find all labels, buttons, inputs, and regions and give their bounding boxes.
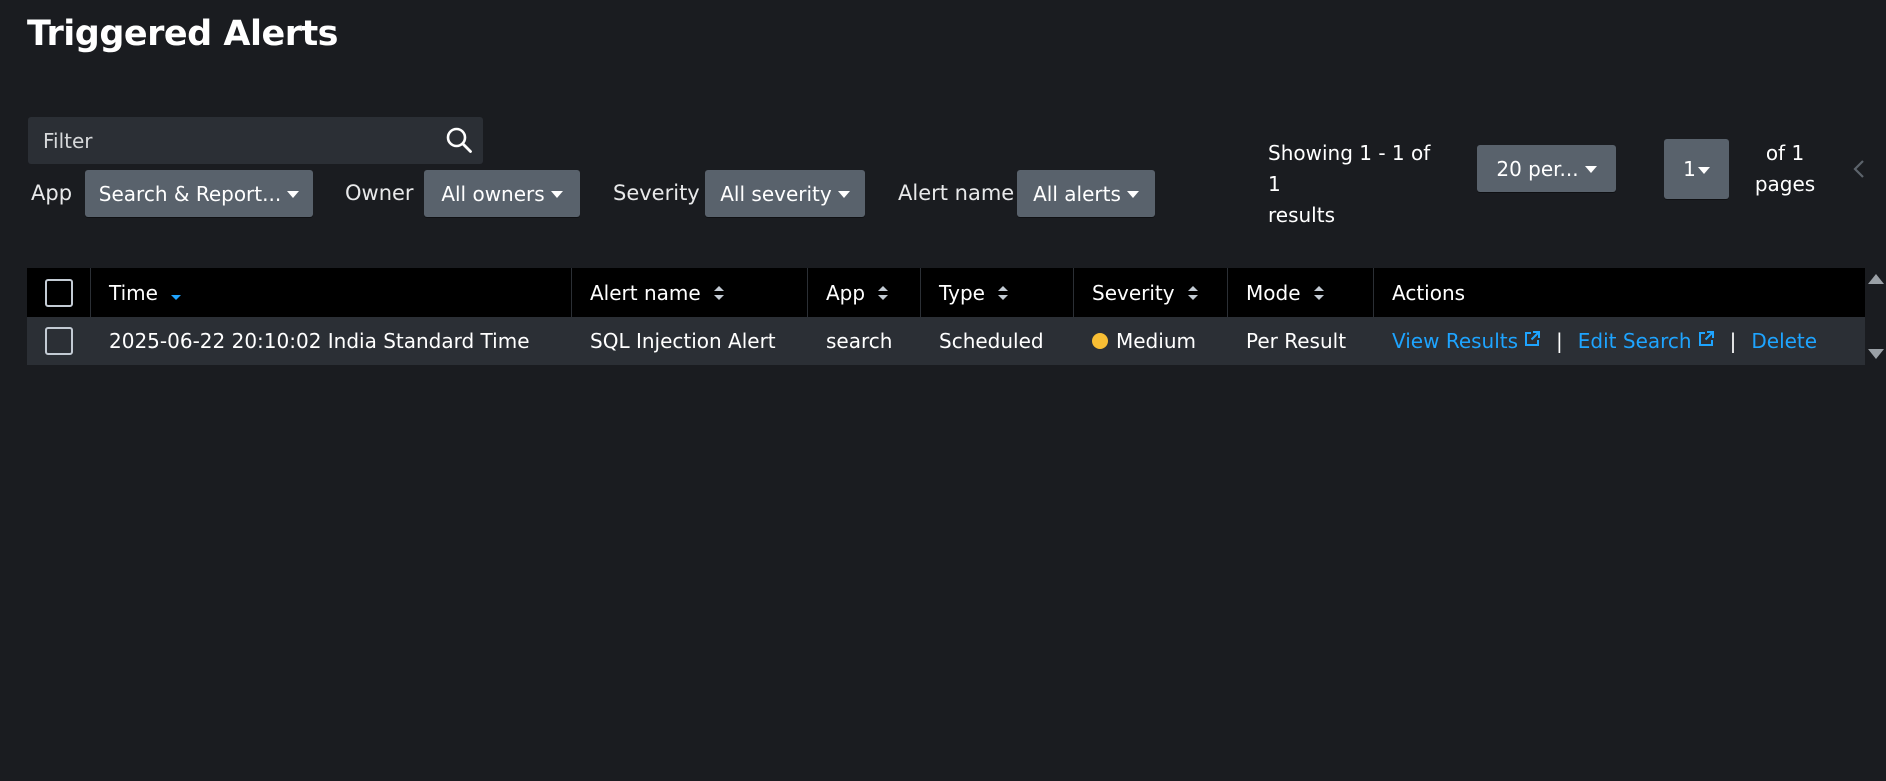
row-select-cell (27, 317, 91, 365)
scroll-down-arrow-icon[interactable] (1868, 349, 1884, 359)
results-count: Showing 1 - 1 of 1 results (1268, 138, 1448, 231)
column-header-alert-name[interactable]: Alert name (572, 268, 808, 317)
edit-search-link[interactable]: Edit Search (1578, 329, 1715, 353)
view-results-label: View Results (1392, 329, 1519, 353)
per-page-dropdown[interactable]: 20 per... (1477, 145, 1616, 192)
cell-severity: Medium (1074, 317, 1228, 365)
severity-dot-icon (1092, 333, 1108, 349)
page-title: Triggered Alerts (27, 14, 339, 54)
chevron-left-icon[interactable] (1851, 158, 1867, 180)
app-filter-label: App (31, 181, 73, 205)
sort-icon[interactable] (877, 283, 889, 303)
sort-icon[interactable] (713, 283, 725, 303)
sort-descending-icon[interactable] (170, 283, 182, 303)
column-header-time[interactable]: Time (91, 268, 572, 317)
sort-icon[interactable] (1313, 283, 1325, 303)
action-separator: | (1729, 329, 1737, 353)
column-header-mode[interactable]: Mode (1228, 268, 1374, 317)
column-header-mode-label: Mode (1246, 280, 1301, 305)
column-header-app[interactable]: App (808, 268, 921, 317)
owner-filter-label: Owner (345, 181, 414, 205)
per-page-value: 20 per... (1496, 156, 1579, 181)
header-select-cell (27, 268, 91, 317)
table-header: Time Alert name App Type Severity Mode A… (27, 268, 1865, 317)
app-filter-dropdown[interactable]: Search & Report... (85, 170, 313, 217)
severity-filter-value: All severity (720, 181, 832, 206)
caret-down-icon (837, 191, 850, 198)
cell-app: search (826, 329, 893, 353)
owner-filter-value: All owners (441, 181, 545, 206)
current-page-value: 1 (1683, 157, 1696, 181)
edit-search-label: Edit Search (1577, 329, 1692, 353)
alerts-table: Time Alert name App Type Severity Mode A… (27, 268, 1865, 365)
view-results-link[interactable]: View Results (1392, 329, 1541, 353)
filter-input[interactable] (28, 117, 483, 164)
row-select-checkbox[interactable] (45, 327, 73, 355)
results-count-line1: Showing 1 - 1 of 1 (1268, 141, 1431, 196)
results-count-line2: results (1268, 203, 1336, 227)
table-scrollbar[interactable] (1865, 268, 1886, 365)
cell-alert-name: SQL Injection Alert (590, 329, 776, 353)
search-icon[interactable] (445, 126, 473, 154)
caret-down-icon (287, 191, 300, 198)
alert-name-filter-value: All alerts (1033, 181, 1121, 206)
caret-down-icon (1584, 166, 1597, 173)
column-header-time-label: Time (109, 280, 158, 305)
external-link-icon (1698, 330, 1714, 346)
select-all-checkbox[interactable] (44, 278, 73, 307)
delete-link[interactable]: Delete (1751, 329, 1817, 353)
column-header-actions-label: Actions (1392, 280, 1466, 305)
app-filter-value: Search & Report... (98, 181, 282, 206)
alert-name-filter-dropdown[interactable]: All alerts (1017, 170, 1155, 217)
owner-filter-dropdown[interactable]: All owners (424, 170, 580, 217)
scroll-up-arrow-icon[interactable] (1868, 274, 1884, 284)
external-link-icon (1525, 330, 1541, 346)
column-header-alert-name-label: Alert name (590, 280, 701, 305)
column-header-type[interactable]: Type (921, 268, 1074, 317)
caret-down-icon (1697, 166, 1710, 174)
page-total-line2: pages (1754, 172, 1816, 196)
caret-down-icon (1126, 191, 1139, 198)
column-header-app-label: App (826, 280, 866, 305)
column-header-type-label: Type (939, 280, 985, 305)
cell-actions: View Results | Edit Search | Delete (1374, 317, 1865, 365)
sort-icon[interactable] (997, 283, 1009, 303)
severity-filter-label: Severity (613, 181, 700, 205)
cell-time: 2025-06-22 20:10:02 India Standard Time (109, 329, 530, 353)
cell-type: Scheduled (939, 329, 1044, 353)
page-select-dropdown[interactable]: 1 (1664, 139, 1729, 199)
table-row: 2025-06-22 20:10:02 India Standard Time … (27, 317, 1865, 365)
cell-mode: Per Result (1246, 329, 1347, 353)
action-separator: | (1556, 329, 1563, 353)
column-header-severity-label: Severity (1092, 280, 1175, 305)
column-header-severity[interactable]: Severity (1074, 268, 1228, 317)
cell-severity-label: Medium (1116, 329, 1196, 353)
alert-name-filter-label: Alert name (898, 181, 1015, 205)
caret-down-icon (550, 191, 563, 198)
filter-field[interactable] (28, 117, 483, 164)
severity-filter-dropdown[interactable]: All severity (705, 170, 865, 217)
sort-icon[interactable] (1187, 283, 1199, 303)
page-total: of 1 pages (1745, 138, 1825, 200)
page-total-line1: of 1 (1765, 141, 1805, 165)
column-header-actions: Actions (1374, 268, 1865, 317)
